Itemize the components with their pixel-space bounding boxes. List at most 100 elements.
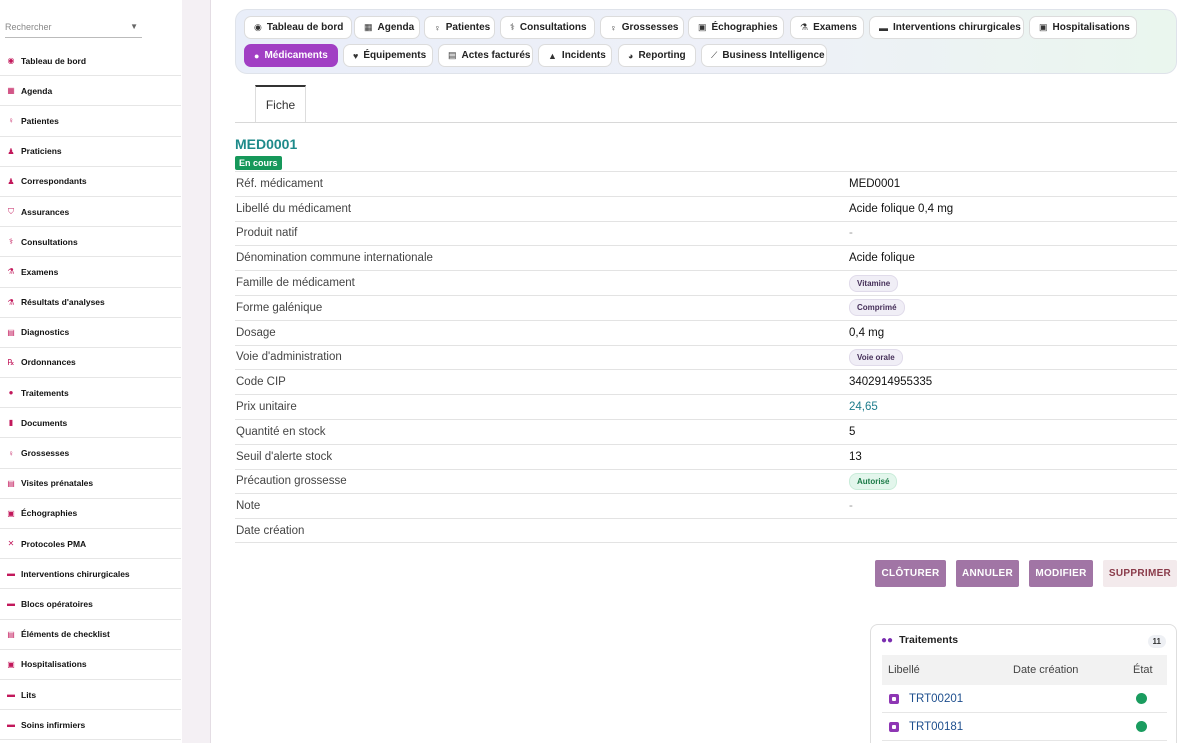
module-tab-5[interactable]: ▣ Échographies — [688, 16, 784, 39]
detail-row: Prix unitaire 24,65 — [235, 394, 1177, 419]
detail-value: Vitamine — [849, 274, 899, 292]
sidebar-item-3[interactable]: ♟ Praticiens — [0, 137, 181, 167]
module-tab-7[interactable]: ▬ Interventions chirurgicales — [869, 16, 1024, 39]
detail-label: Date création — [236, 524, 305, 537]
ultrasound-icon: ▣ — [698, 22, 707, 32]
calendar-icon: ▦ — [364, 22, 373, 32]
module-tab-2[interactable]: ♀ Patientes — [424, 16, 495, 39]
sidebar-item-label: Documents — [21, 417, 68, 428]
sidebar-item-5[interactable]: ⛉ Assurances — [0, 197, 181, 228]
pills-icon: ● — [254, 50, 260, 61]
module-tab-8[interactable]: ▣ Hospitalisations — [1029, 16, 1137, 39]
sidebar-item-21[interactable]: ▬ Lits — [0, 680, 181, 711]
sidebar-item-label: Hospitalisations — [21, 659, 87, 670]
sidebar-item-label: Blocs opératoires — [21, 598, 93, 609]
detail-row: Réf. médicament MED0001 — [235, 171, 1177, 196]
module-tab-13[interactable]: ◕ Reporting — [618, 44, 696, 67]
detail-label: Note — [236, 500, 261, 513]
module-tab-14[interactable]: ⟋ Business Intelligence — [701, 44, 827, 67]
sidebar-item-14[interactable]: ▤ Visites prénatales — [0, 469, 181, 499]
status-dot — [1136, 693, 1147, 704]
sidebar-item-9[interactable]: ▤ Diagnostics — [0, 318, 181, 348]
sidebar-nav: ◉ Tableau de bord ▦ Agenda ♀ Patientes ♟ Pratic… — [0, 46, 181, 741]
column-header-state[interactable]: État — [1133, 664, 1153, 676]
calendar-icon: ▦ — [7, 86, 15, 96]
delete-record-button[interactable]: SUPPRIMER — [1103, 560, 1177, 587]
detail-value: - — [849, 227, 853, 240]
table-row[interactable]: TRT00201 — [882, 685, 1167, 713]
value-chip: Comprimé — [849, 299, 905, 317]
edit-record-button[interactable]: MODIFIER — [1029, 560, 1093, 587]
pills-icon: ● — [8, 388, 14, 398]
clipboard-icon: ▤ — [7, 327, 15, 337]
operating-room-icon: ▬ — [7, 599, 15, 609]
procedures-icon: ▬ — [879, 22, 888, 33]
module-tab-11[interactable]: ▤ Actes facturés — [438, 44, 533, 67]
cancel-record-button[interactable]: ANNULER — [956, 560, 1019, 587]
microscope-icon: ⚗ — [800, 22, 809, 32]
stethoscope-icon: ⚕ — [510, 22, 515, 32]
treatment-link[interactable]: TRT00181 — [909, 721, 1119, 733]
sidebar-item-0[interactable]: ◉ Tableau de bord — [0, 46, 181, 77]
sidebar-item-13[interactable]: ♀ Grossesses — [0, 438, 181, 469]
sidebar-item-11[interactable]: ● Traitements — [0, 378, 181, 409]
module-tab-9[interactable]: ● Médicaments — [244, 44, 338, 67]
sidebar-item-18[interactable]: ▬ Blocs opératoires — [0, 589, 181, 620]
close-record-button[interactable]: CLÔTURER — [875, 560, 946, 587]
sidebar-divider — [182, 0, 211, 743]
treatments-table-header: Libellé Date création État — [882, 655, 1167, 685]
sidebar-item-16[interactable]: ✕ Protocoles PMA — [0, 529, 181, 560]
module-tab-12[interactable]: ▲ Incidents — [538, 44, 612, 67]
sidebar-item-7[interactable]: ⚗ Examens — [0, 257, 181, 288]
module-tab-4[interactable]: ♀ Grossesses — [600, 16, 684, 39]
module-tab-10[interactable]: ♥ Équipements — [343, 44, 433, 67]
sidebar-item-label: Diagnostics — [21, 327, 70, 338]
tab-fiche[interactable]: Fiche — [255, 85, 306, 123]
sidebar-item-19[interactable]: ▤ Éléments de checklist — [0, 620, 181, 650]
sidebar-item-label: Traitements — [21, 387, 69, 398]
sidebar-item-label: Assurances — [21, 206, 70, 217]
sidebar-item-label: Tableau de bord — [21, 55, 87, 66]
sidebar-item-4[interactable]: ♟ Correspondants — [0, 167, 181, 197]
detail-value: Comprimé — [849, 299, 905, 317]
sidebar-item-label: Échographies — [21, 508, 78, 519]
detail-label: Quantité en stock — [236, 425, 326, 438]
sidebar-item-12[interactable]: ▮ Documents — [0, 408, 181, 439]
treatments-panel: ●● Traitements 11 Libellé Date création … — [870, 624, 1177, 743]
sidebar-item-6[interactable]: ⚕ Consultations — [0, 227, 181, 258]
column-header-label[interactable]: Libellé — [882, 664, 1013, 676]
module-tab-6[interactable]: ⚗ Examens — [790, 16, 864, 39]
chevron-down-icon[interactable]: ▼ — [130, 22, 138, 31]
detail-value: Acide folique 0,4 mg — [849, 202, 954, 215]
sidebar-item-label: Agenda — [21, 85, 53, 96]
file-medical-icon: ▤ — [7, 478, 15, 488]
module-tab-3[interactable]: ⚕ Consultations — [500, 16, 595, 39]
module-tab-label: Patientes — [445, 22, 491, 33]
detail-value: Acide folique — [849, 252, 915, 265]
sidebar-item-15[interactable]: ▣ Échographies — [0, 499, 181, 529]
sidebar-item-8[interactable]: ⚗ Résultats d'analyses — [0, 288, 181, 318]
sidebar-item-20[interactable]: ▣ Hospitalisations — [0, 650, 181, 680]
sidebar-item-2[interactable]: ♀ Patientes — [0, 106, 181, 137]
column-header-date[interactable]: Date création — [1013, 664, 1133, 676]
sidebar-item-label: Protocoles PMA — [21, 538, 87, 549]
record-title: MED0001 — [235, 136, 298, 152]
person-pregnant-icon: ♀ — [610, 22, 617, 33]
sidebar-item-label: Praticiens — [21, 146, 62, 157]
detail-row: Date création — [235, 518, 1177, 543]
sidebar-item-1[interactable]: ▦ Agenda — [0, 76, 181, 107]
sidebar-item-10[interactable]: ℞ Ordonnances — [0, 348, 181, 379]
treatment-link[interactable]: TRT00201 — [909, 693, 1119, 705]
table-row[interactable]: TRT00181 — [882, 713, 1167, 741]
detail-row: Libellé du médicament Acide folique 0,4 m… — [235, 195, 1177, 221]
sidebar-search-select[interactable]: Rechercher ▼ — [5, 16, 142, 38]
module-tab-0[interactable]: ◉ Tableau de bord — [244, 16, 352, 39]
module-tab-1[interactable]: ▦ Agenda — [354, 16, 420, 39]
detail-value: 0,4 mg — [849, 326, 885, 339]
shield-icon: ⛉ — [8, 206, 14, 216]
file-icon: ▮ — [8, 418, 14, 428]
sidebar-item-22[interactable]: ▬ Soins infirmiers — [0, 710, 181, 741]
detail-label: Précaution grossesse — [236, 475, 347, 488]
sidebar-item-17[interactable]: ▬ Interventions chirurgicales — [0, 559, 181, 590]
detail-label: Réf. médicament — [236, 177, 323, 190]
